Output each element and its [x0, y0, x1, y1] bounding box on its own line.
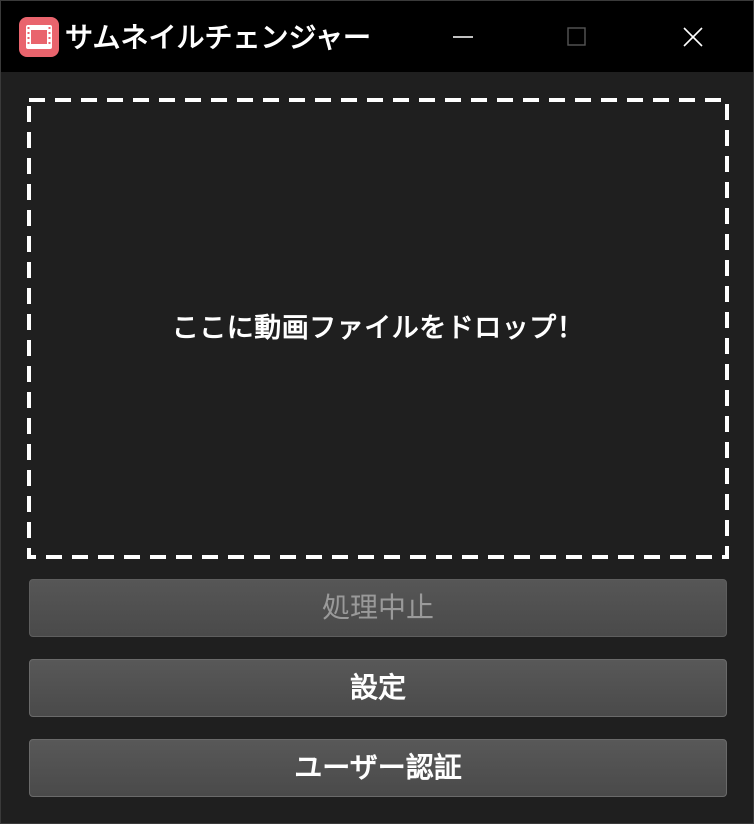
maximize-button[interactable]: [519, 1, 635, 72]
settings-button[interactable]: 設定: [29, 659, 727, 717]
minimize-button[interactable]: [405, 1, 521, 72]
stop-processing-button[interactable]: 処理中止: [29, 579, 727, 637]
dashed-border: [27, 98, 729, 559]
window-title: サムネイルチェンジャー: [65, 21, 372, 54]
close-button[interactable]: [635, 1, 751, 72]
title-bar[interactable]: サムネイルチェンジャー: [1, 1, 753, 72]
maximize-icon: [567, 27, 586, 46]
app-window: サムネイルチェンジャー ここに動画ファイルをドロップ！ 処理中止 設定 ユーザー…: [0, 0, 754, 824]
film-icon: [19, 17, 59, 57]
close-icon: [683, 27, 703, 47]
minimize-icon: [453, 36, 473, 38]
file-drop-zone[interactable]: ここに動画ファイルをドロップ！: [27, 98, 729, 559]
user-auth-button[interactable]: ユーザー認証: [29, 739, 727, 797]
